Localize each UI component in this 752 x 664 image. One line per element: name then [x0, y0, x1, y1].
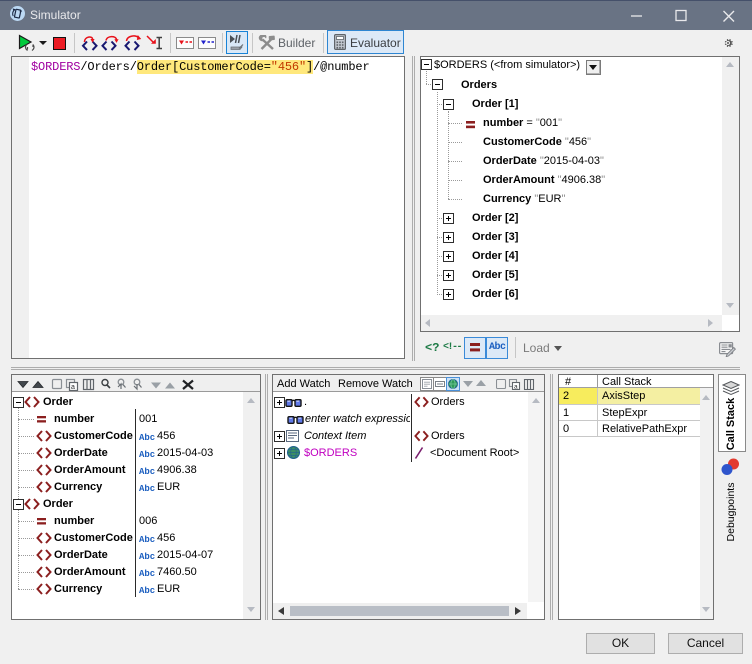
svg-text:a: a [514, 384, 518, 391]
svg-text:a: a [71, 384, 75, 391]
